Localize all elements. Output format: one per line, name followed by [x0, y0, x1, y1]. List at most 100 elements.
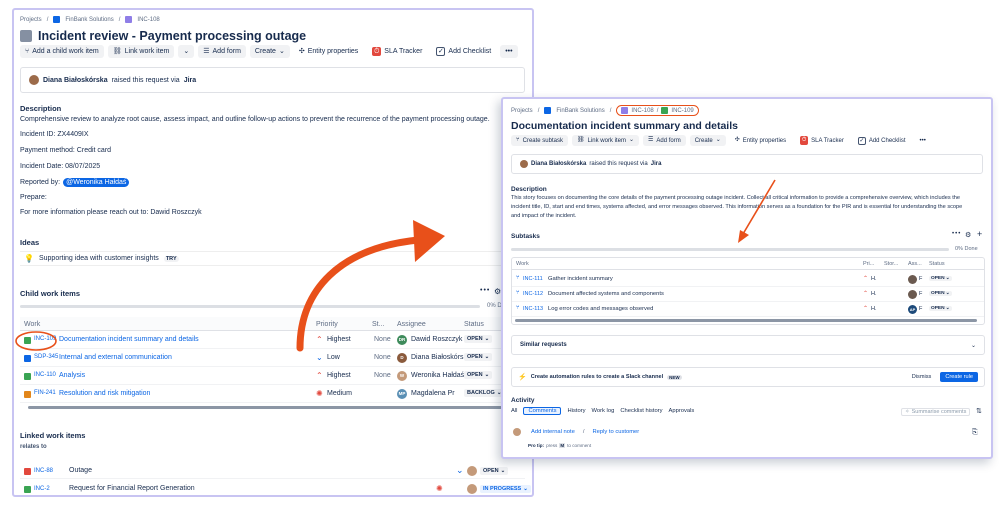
sla-tracker-button[interactable]: ⏱ SLA Tracker: [795, 135, 849, 146]
row-summary[interactable]: Internal and external communication: [59, 354, 172, 361]
breadcrumb-project[interactable]: FinBank Solutions: [556, 108, 604, 114]
status-badge[interactable]: OPEN⌄: [929, 276, 952, 281]
col-story[interactable]: St...: [372, 321, 384, 328]
requester-name[interactable]: Diana Białoskórska: [43, 77, 108, 84]
sla-tracker-button[interactable]: ⏱ SLA Tracker: [367, 45, 428, 58]
row-key[interactable]: INC-111: [523, 276, 543, 282]
sort-icon[interactable]: ⇅: [976, 407, 982, 415]
tab-checklist-history[interactable]: Checklist history: [620, 408, 662, 414]
row-summary[interactable]: Document affected systems and components: [548, 291, 664, 297]
status-badge[interactable]: OPEN⌄: [480, 467, 509, 475]
add-internal-note-link[interactable]: Add internal note: [531, 429, 575, 435]
avatar: MP: [397, 389, 407, 399]
lightbulb-icon: 💡: [24, 254, 34, 263]
create-rule-button[interactable]: Create rule: [940, 372, 978, 382]
col-status[interactable]: Status: [929, 261, 945, 267]
avatar: D: [397, 353, 407, 363]
summarise-comments-button[interactable]: ✧ Summarise comments: [901, 408, 971, 416]
col-assignee[interactable]: Ass...: [908, 261, 922, 267]
tab-comments[interactable]: Comments: [523, 407, 562, 415]
col-priority[interactable]: Priority: [316, 321, 338, 328]
row-key[interactable]: INC-113: [523, 306, 543, 312]
create-button[interactable]: Create ⌄: [689, 135, 726, 146]
avatar: W: [397, 371, 407, 381]
breadcrumb-issue[interactable]: INC-108: [137, 17, 159, 23]
linked-key[interactable]: INC-2: [34, 486, 50, 492]
reply-to-customer-link[interactable]: Reply to customer: [592, 429, 639, 435]
toolbar: ⑂ Add a child work item ⛓ Link work item ⌄…: [20, 45, 518, 58]
link-work-item-button[interactable]: ⛓ Link work item ⌄: [571, 135, 639, 146]
create-button[interactable]: Create ⌄: [249, 45, 290, 58]
more-actions-button[interactable]: •••: [500, 45, 518, 58]
row-assignee[interactable]: Diana Białoskórs: [411, 354, 464, 361]
add-checklist-button[interactable]: ✓ Add Checklist: [852, 135, 911, 146]
add-child-button[interactable]: ⑂ Add a child work item: [20, 45, 104, 58]
col-status[interactable]: Status: [464, 321, 484, 328]
status-badge[interactable]: OPEN⌄: [464, 335, 493, 343]
filter-icon[interactable]: ⚙: [965, 231, 971, 239]
entity-properties-button[interactable]: ✣ Entity properties: [729, 135, 792, 146]
add-checklist-button[interactable]: ✓ Add Checklist: [431, 45, 497, 58]
row-assignee: F: [919, 276, 923, 282]
row-key[interactable]: FIN-241: [34, 390, 56, 396]
col-work[interactable]: Work: [516, 261, 529, 267]
status-label: OPEN: [931, 291, 945, 296]
tab-approvals[interactable]: Approvals: [669, 408, 695, 414]
status-badge[interactable]: OPEN⌄: [929, 306, 952, 311]
col-story[interactable]: Stor...: [884, 261, 898, 267]
mention-chip[interactable]: @Weronika Hałdaś: [63, 178, 130, 187]
avatar: [467, 484, 477, 494]
row-key[interactable]: INC-109: [34, 336, 56, 342]
more-icon[interactable]: •••: [952, 231, 961, 237]
requester-name[interactable]: Diana Białoskórska: [531, 161, 586, 167]
tab-all[interactable]: All: [511, 408, 517, 414]
linked-summary[interactable]: Request for Financial Report Generation: [69, 485, 195, 492]
row-key[interactable]: INC-112: [523, 291, 543, 297]
link-work-item-button[interactable]: ⛓ Link work item: [107, 45, 175, 58]
entity-properties-button[interactable]: ✣ Entity properties: [293, 45, 364, 58]
link-dropdown-button[interactable]: ⌄: [178, 45, 195, 58]
row-summary[interactable]: Documentation incident summary and detai…: [59, 336, 199, 343]
breadcrumb-issue[interactable]: INC-109: [671, 108, 693, 114]
similar-requests-panel[interactable]: Similar requests ⌄: [511, 335, 985, 355]
tab-history[interactable]: History: [567, 408, 585, 414]
more-actions-button[interactable]: •••: [914, 135, 931, 146]
more-icon[interactable]: •••: [480, 287, 490, 294]
col-work[interactable]: Work: [24, 321, 40, 328]
col-priority[interactable]: Pri...: [863, 261, 874, 267]
add-form-label: Add form: [212, 48, 241, 55]
attachment-icon[interactable]: ⎘: [972, 429, 978, 437]
status-badge[interactable]: BACKLOG ⌄: [464, 389, 505, 397]
row-assignee[interactable]: Magdalena Pr: [411, 390, 455, 397]
horizontal-scrollbar[interactable]: [28, 406, 502, 409]
row-summary[interactable]: Resolution and risk mitigation: [59, 390, 150, 397]
create-subtask-button[interactable]: ⑂ Create subtask: [511, 135, 568, 146]
status-badge[interactable]: IN PROGRESS ⌄: [480, 485, 531, 493]
add-form-button[interactable]: ☰ Add form: [642, 135, 686, 146]
col-assignee[interactable]: Assignee: [397, 321, 426, 328]
breadcrumb-projects[interactable]: Projects: [511, 108, 533, 114]
dismiss-button[interactable]: Dismiss: [907, 372, 937, 382]
breadcrumb-parent-issue[interactable]: INC-108: [631, 108, 653, 114]
breadcrumb: Projects / FinBank Solutions / INC-108: [20, 16, 160, 23]
breadcrumb-project[interactable]: FinBank Solutions: [65, 17, 113, 23]
idea-row[interactable]: 💡 Supporting idea with customer insights…: [20, 251, 525, 266]
tab-work-log[interactable]: Work log: [592, 408, 615, 414]
linked-row[interactable]: [20, 464, 525, 479]
row-key[interactable]: INC-110: [34, 372, 56, 378]
linked-key[interactable]: INC-88: [34, 468, 53, 474]
row-summary[interactable]: Gather incident summary: [548, 276, 613, 282]
row-assignee[interactable]: Dawid Roszczyk: [411, 336, 462, 343]
add-form-button[interactable]: ☰ Add form: [198, 45, 246, 58]
status-badge[interactable]: OPEN⌄: [464, 371, 493, 379]
row-summary[interactable]: Analysis: [59, 372, 85, 379]
horizontal-scrollbar[interactable]: [515, 319, 977, 322]
row-assignee[interactable]: Weronika Hałdaś: [411, 372, 464, 379]
breadcrumb-projects[interactable]: Projects: [20, 17, 42, 23]
add-icon[interactable]: +: [977, 229, 982, 239]
row-summary[interactable]: Log error codes and messages observed: [548, 306, 653, 312]
status-badge[interactable]: OPEN⌄: [464, 353, 493, 361]
linked-summary[interactable]: Outage: [69, 467, 92, 474]
row-key[interactable]: SDP-345: [34, 354, 58, 360]
status-badge[interactable]: OPEN⌄: [929, 291, 952, 296]
